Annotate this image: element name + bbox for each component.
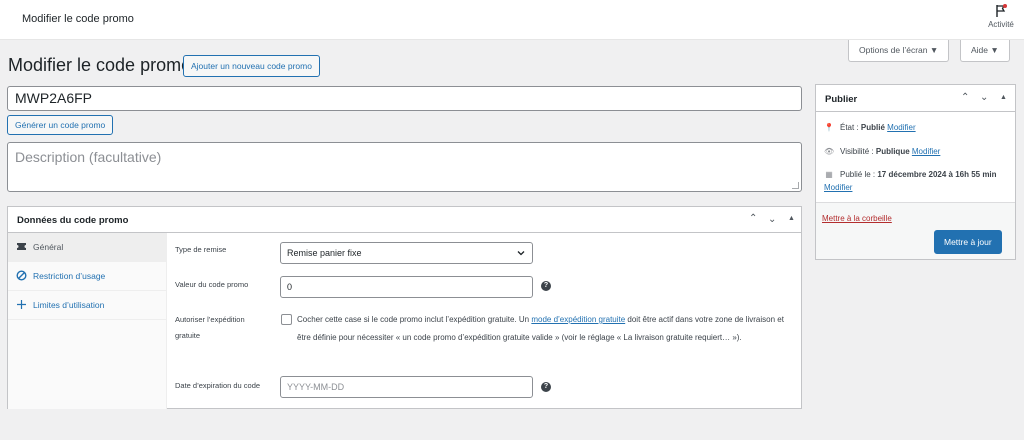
publish-status-row: 📍 État : Publié Modifier (824, 121, 916, 134)
resize-handle-icon[interactable] (792, 182, 799, 189)
publish-header: Publier ⌃ ⌄ ▲ (816, 85, 1015, 112)
coupon-data-header: Données du code promo ⌃ ⌄ ▲ (8, 207, 801, 233)
edit-status-link[interactable]: Modifier (887, 123, 915, 132)
pin-icon: 📍 (824, 123, 834, 132)
coupon-amount-label: Valeur du code promo (175, 280, 249, 289)
help-icon[interactable]: ? (541, 281, 551, 291)
page-header-title: Modifier le code promo (22, 13, 134, 25)
eye-icon: 👁 (824, 147, 835, 156)
screen-options-label: Options de l’écran (859, 45, 928, 55)
ticket-icon (17, 243, 26, 250)
edit-date-link[interactable]: Modifier (824, 183, 852, 192)
coupon-amount-input[interactable]: 0 (280, 276, 533, 298)
plus-icon (17, 300, 26, 309)
chevron-up-icon[interactable]: ⌃ (961, 92, 969, 103)
chevron-down-icon[interactable]: ⌄ (768, 214, 776, 225)
add-new-coupon-button[interactable]: Ajouter un nouveau code promo (183, 55, 320, 77)
visibility-label: Visibilité : (840, 147, 876, 156)
help-icon[interactable]: ? (541, 382, 551, 392)
coupon-data-title: Données du code promo (17, 215, 129, 226)
free-shipping-label: Autoriser l’expédition gratuite (175, 312, 245, 344)
publish-visibility-row: 👁 Visibilité : Publique Modifier (824, 145, 940, 158)
help-label: Aide (971, 45, 989, 55)
free-shipping-checkbox[interactable] (281, 314, 292, 325)
help-button[interactable]: Aide ▼ (960, 40, 1010, 62)
tab-general[interactable]: Général (8, 233, 166, 262)
generate-code-button[interactable]: Générer un code promo (7, 115, 114, 135)
publish-actions: Mettre à la corbeille Mettre à jour (816, 202, 1015, 259)
coupon-tabs: Général Restriction d’usage Limites d’ut… (8, 233, 167, 409)
screen-options-button[interactable]: Options de l’écran ▼ (848, 40, 950, 62)
calendar-icon: ▦ (825, 170, 833, 179)
publish-title: Publier (825, 94, 858, 105)
tab-usage-limits-label: Limites d’utilisation (33, 300, 105, 310)
trash-link[interactable]: Mettre à la corbeille (822, 214, 892, 223)
top-bar: Modifier le code promo Activité (0, 0, 1024, 40)
published-value: 17 décembre 2024 à 16h 55 min (877, 170, 997, 179)
edit-visibility-link[interactable]: Modifier (912, 147, 940, 156)
collapse-toggle-icon[interactable]: ▲ (1000, 94, 1007, 101)
description-textarea[interactable]: Description (facultative) (7, 142, 802, 192)
expiry-date-input[interactable]: YYYY-MM-DD (280, 376, 533, 398)
activity-label: Activité (988, 20, 1014, 29)
coupon-code-input[interactable]: MWP2A6FP (7, 86, 802, 111)
ban-icon (16, 270, 27, 281)
activity-button[interactable]: Activité (984, 4, 1018, 29)
update-button[interactable]: Mettre à jour (934, 230, 1002, 254)
tab-general-label: Général (33, 242, 64, 252)
tab-usage-limits[interactable]: Limites d’utilisation (8, 291, 166, 320)
expiry-date-label: Date d’expiration du code (175, 381, 261, 390)
publish-box: Publier ⌃ ⌄ ▲ 📍 État : Publié Modifier 👁 V… (815, 84, 1016, 260)
status-label: État : (840, 123, 861, 132)
collapse-toggle-icon[interactable]: ▲ (788, 215, 795, 222)
chevron-down-icon[interactable]: ⌄ (980, 92, 988, 103)
tab-usage-restriction-label: Restriction d’usage (33, 271, 106, 281)
discount-type-select[interactable]: Remise panier fixe (280, 242, 533, 264)
free-shipping-method-link[interactable]: mode d’expédition gratuite (531, 315, 625, 324)
free-shipping-description: Cocher cette case si le code promo inclu… (297, 311, 790, 346)
publish-date-row: ▦ Publié le : 17 décembre 2024 à 16h 55 m… (824, 168, 1010, 194)
flag-icon (996, 4, 1007, 17)
visibility-value: Publique (875, 147, 910, 156)
free-shipping-text-before: Cocher cette case si le code promo inclu… (297, 315, 532, 324)
status-value: Publié (860, 123, 885, 132)
discount-type-value: Remise panier fixe (287, 248, 362, 258)
chevron-down-icon (517, 251, 525, 256)
discount-type-label: Type de remise (175, 245, 227, 254)
caret-down-icon: ▼ (929, 45, 939, 55)
free-shipping-label-line2: gratuite (175, 331, 201, 340)
published-label: Publié le : (840, 170, 878, 179)
chevron-up-icon[interactable]: ⌃ (749, 213, 757, 224)
description-placeholder: Description (facultative) (15, 149, 162, 165)
page-title: Modifier le code promo (8, 55, 192, 75)
free-shipping-label-line1: Autoriser l’expédition (175, 315, 245, 324)
tab-usage-restriction[interactable]: Restriction d’usage (8, 262, 166, 291)
caret-down-icon: ▼ (990, 45, 999, 55)
